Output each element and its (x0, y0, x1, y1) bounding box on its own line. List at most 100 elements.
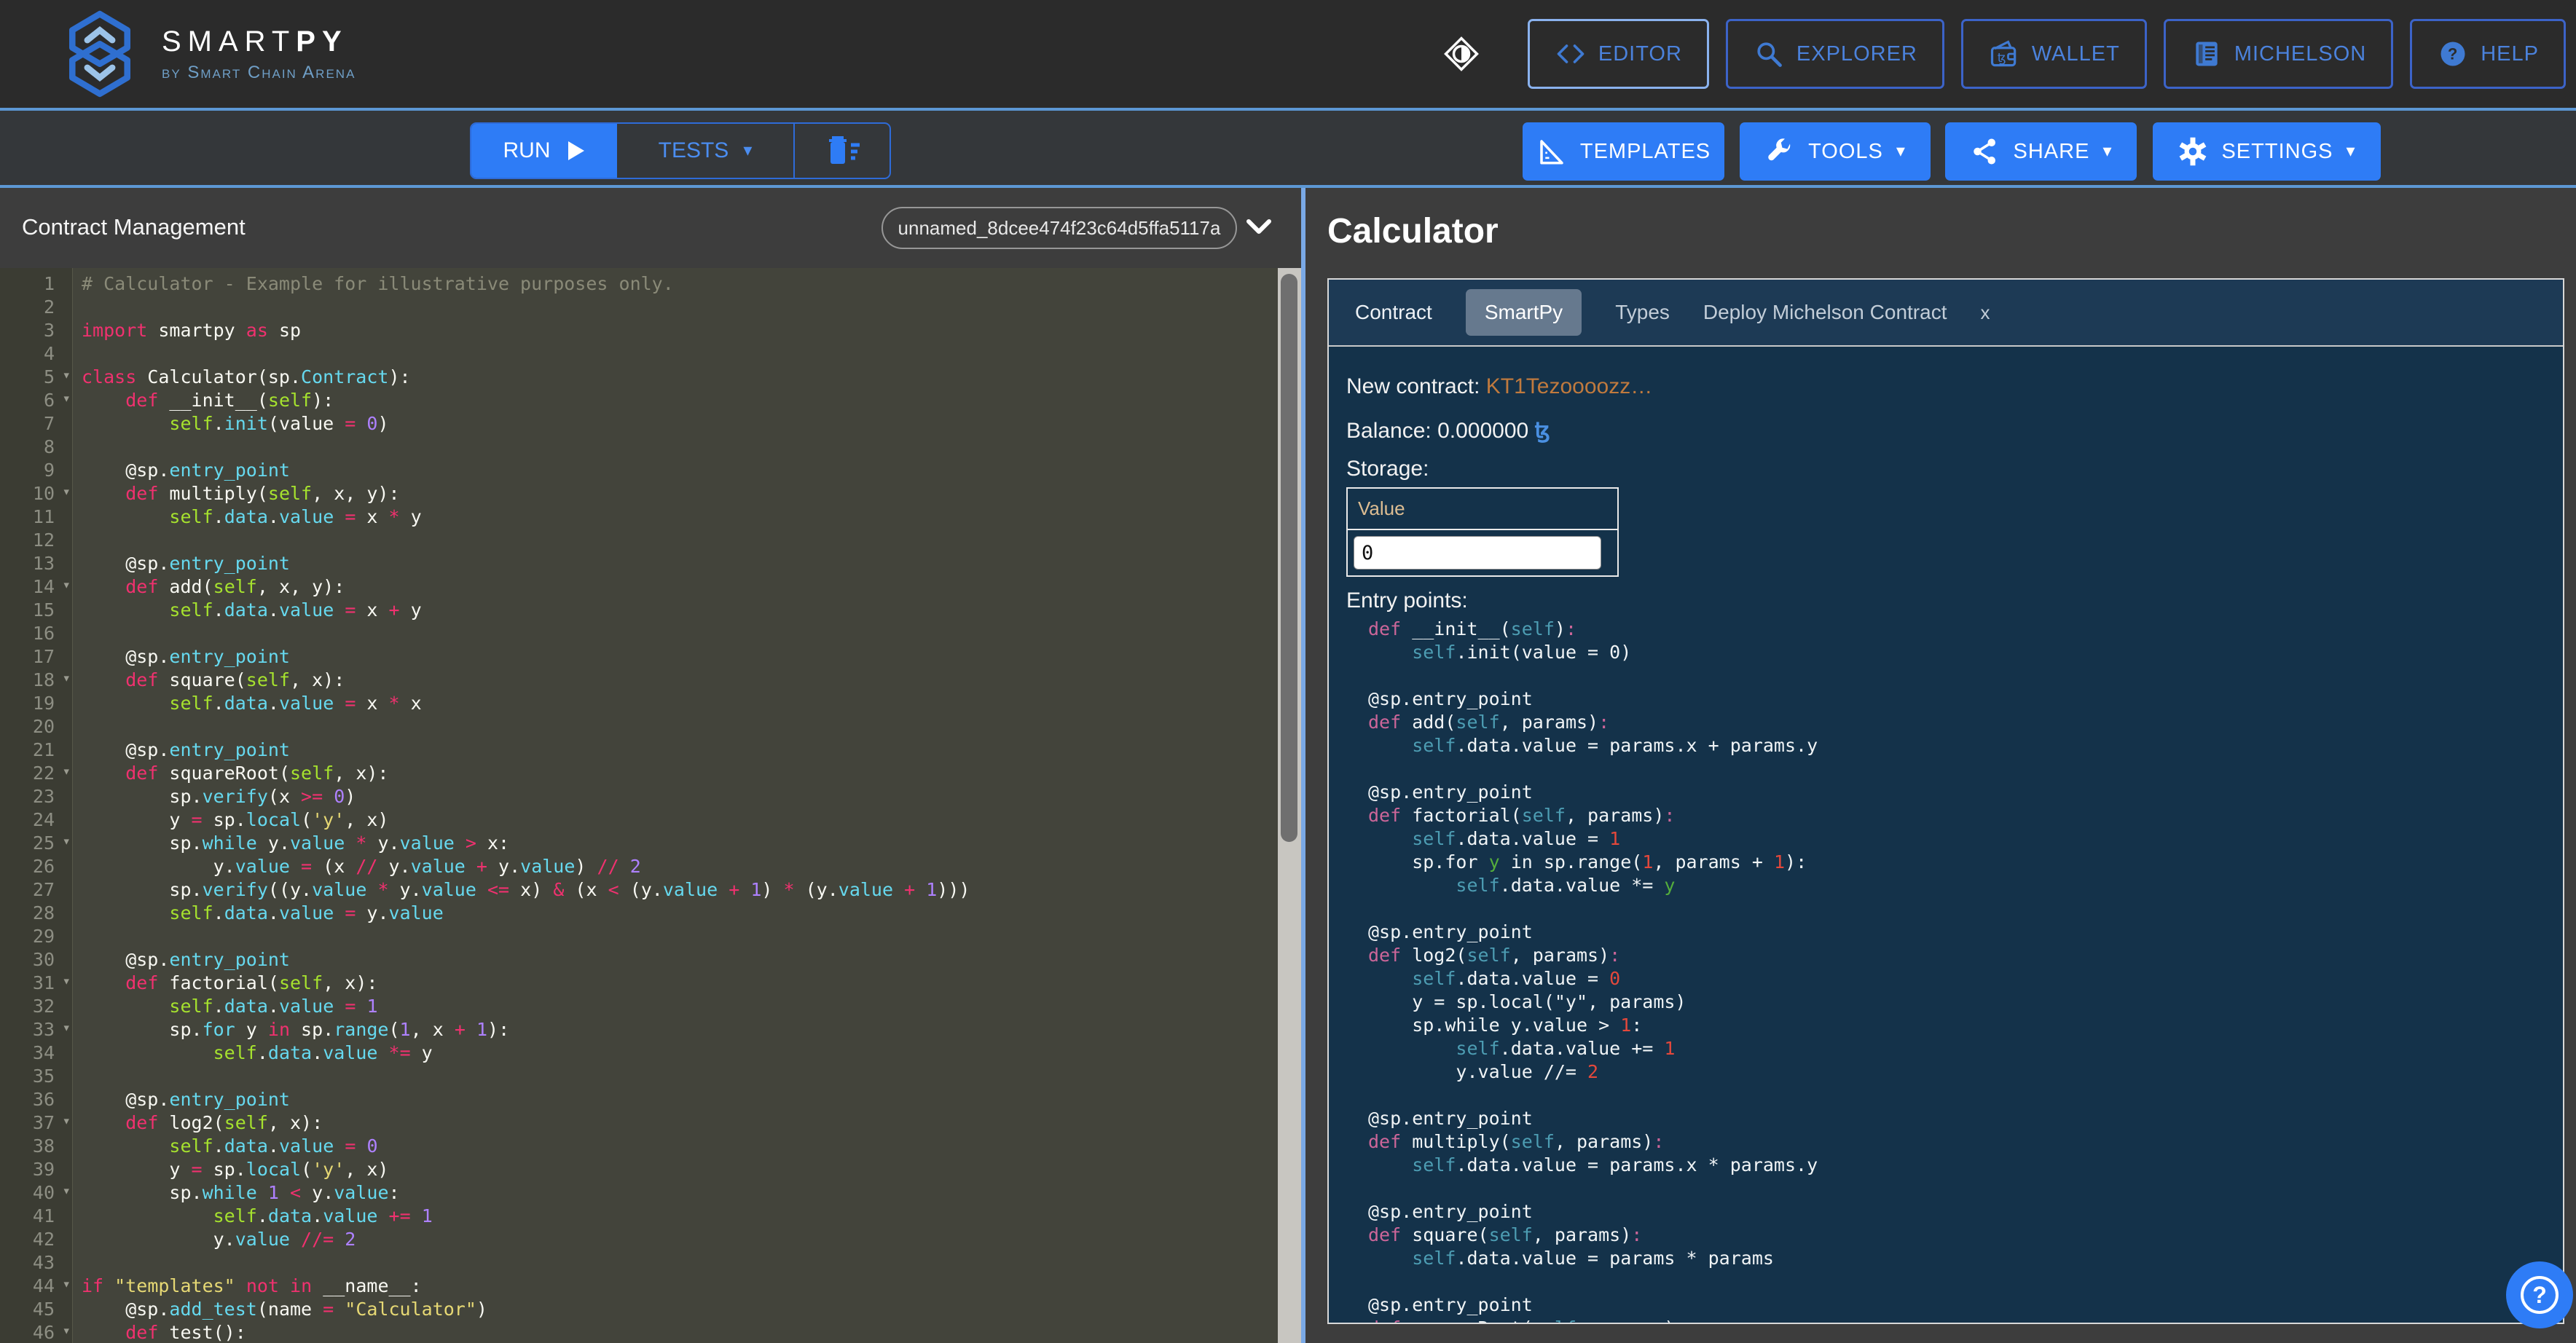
gutter-line: 24 (0, 808, 72, 832)
theme-toggle-icon[interactable] (1441, 34, 1482, 74)
share-button[interactable]: SHARE ▾ (1945, 122, 2137, 181)
gutter-line: 23 (0, 785, 72, 808)
balance-line: Balance: 0.000000 ꜩ (1346, 418, 2545, 444)
chevron-down-icon: ▾ (1896, 143, 1906, 160)
gutter-line: 19 (0, 692, 72, 715)
gutter-line: 39 (0, 1158, 72, 1181)
nav-label: EXPLORER (1796, 42, 1917, 66)
share-label: SHARE (2014, 140, 2090, 164)
editor-scrollbar[interactable] (1278, 268, 1301, 1343)
play-icon (567, 140, 586, 162)
gutter-line: 33▾ (0, 1018, 72, 1041)
nav-explorer-button[interactable]: EXPLORER (1726, 19, 1944, 89)
clear-tests-button[interactable] (793, 124, 890, 178)
gutter-line: 14▾ (0, 575, 72, 599)
tests-dropdown[interactable]: TESTS ▾ (617, 124, 793, 178)
contract-address[interactable]: KT1Tezoooozz… (1486, 374, 1652, 398)
fold-icon[interactable]: ▾ (63, 1323, 71, 1339)
svg-text:?: ? (2448, 44, 2458, 63)
gutter-line: 16 (0, 622, 72, 645)
fold-icon[interactable]: ▾ (63, 763, 71, 779)
gutter-line: 36 (0, 1088, 72, 1111)
gutter-line: 8 (0, 436, 72, 459)
share-icon (1970, 136, 2000, 167)
gutter-line: 44▾ (0, 1275, 72, 1298)
fold-icon[interactable]: ▾ (63, 973, 71, 989)
editor-scrollbar-thumb[interactable] (1281, 274, 1297, 842)
gutter-line: 45 (0, 1298, 72, 1321)
gutter-line: 6▾ (0, 389, 72, 412)
tools-button[interactable]: TOOLS ▾ (1740, 122, 1931, 181)
gutter-line: 18▾ (0, 669, 72, 692)
fold-icon[interactable]: ▾ (63, 1020, 71, 1036)
fold-icon[interactable]: ▾ (63, 1113, 71, 1129)
output-tabs: Contract SmartPy Types Deploy Michelson … (1329, 280, 2563, 347)
storage-column-header: Value (1348, 489, 1617, 530)
gutter-line: 2 (0, 296, 72, 319)
gutter-line: 10▾ (0, 482, 72, 505)
close-tab-icon[interactable]: x (1980, 302, 1990, 324)
fold-icon[interactable]: ▾ (63, 1183, 71, 1199)
help-circle-icon: ? (2521, 1276, 2559, 1314)
tests-label: TESTS (659, 138, 729, 163)
chevron-down-icon[interactable] (1244, 217, 1273, 237)
nav-michelson-button[interactable]: MICHELSON (2164, 19, 2393, 89)
gutter-line: 38 (0, 1135, 72, 1158)
contract-management-title: Contract Management (22, 214, 246, 240)
topbar: SMARTPY by Smart Chain Arena EDITOR (0, 0, 2576, 108)
wallet-icon: ꜩ (1988, 38, 2020, 70)
balance-label: Balance: (1346, 419, 1432, 443)
brand-subtitle: by Smart Chain Arena (162, 63, 356, 83)
editor-code-area[interactable]: # Calculator - Example for illustrative … (82, 272, 1276, 1343)
fold-icon[interactable]: ▾ (63, 833, 71, 849)
contract-management-header: Contract Management unnamed_8dcee474f23c… (0, 188, 1301, 268)
settings-button[interactable]: SETTINGS ▾ (2153, 122, 2381, 181)
gutter-line: 21 (0, 739, 72, 762)
smartpy-logo-icon (57, 10, 143, 98)
tab-types[interactable]: Types (1615, 301, 1670, 324)
gutter-line: 27 (0, 878, 72, 902)
wrench-icon (1764, 136, 1795, 167)
trash-icon (823, 133, 861, 168)
templates-label: TEMPLATES (1580, 140, 1711, 164)
gutter-line: 35 (0, 1065, 72, 1088)
topbar-nav: EDITOR EXPLORER ꜩ WALLET (1441, 19, 2566, 89)
gutter-line: 42 (0, 1228, 72, 1251)
fold-icon[interactable]: ▾ (63, 367, 71, 383)
help-fab-button[interactable]: ? (2506, 1261, 2573, 1328)
svg-text:ꜩ: ꜩ (1998, 51, 2007, 65)
fold-icon[interactable]: ▾ (63, 577, 71, 593)
fold-icon[interactable]: ▾ (63, 390, 71, 406)
panel-splitter[interactable] (1301, 188, 1305, 1343)
tab-deploy-michelson-contract[interactable]: Deploy Michelson Contract (1703, 301, 1947, 324)
gutter-line: 28 (0, 902, 72, 925)
chevron-down-icon: ▾ (2102, 143, 2112, 160)
chevron-down-icon: ▾ (743, 142, 752, 159)
gutter-line: 29 (0, 925, 72, 948)
nav-editor-button[interactable]: EDITOR (1528, 19, 1709, 89)
gutter-line: 43 (0, 1251, 72, 1275)
gutter-line: 31▾ (0, 972, 72, 995)
contract-selector[interactable]: unnamed_8dcee474f23c64d5ffa5117a (881, 207, 1237, 249)
balance-value: 0.000000 (1437, 419, 1528, 443)
gutter-line: 30 (0, 948, 72, 972)
fold-icon[interactable]: ▾ (63, 1276, 71, 1292)
gutter-line: 46▾ (0, 1321, 72, 1343)
nav-label: WALLET (2032, 42, 2120, 66)
contract-title: Calculator (1327, 211, 1499, 251)
new-contract-line: New contract: KT1Tezoooozz… (1346, 374, 2545, 399)
nav-help-button[interactable]: ? HELP (2410, 19, 2566, 89)
ledger-icon (2191, 38, 2223, 70)
nav-wallet-button[interactable]: ꜩ WALLET (1961, 19, 2147, 89)
run-button[interactable]: RUN (471, 124, 617, 178)
storage-row (1348, 530, 1617, 575)
gutter-line: 25▾ (0, 832, 72, 855)
nav-label: MICHELSON (2234, 42, 2366, 66)
fold-icon[interactable]: ▾ (63, 484, 71, 500)
tab-smartpy[interactable]: SmartPy (1466, 289, 1582, 336)
fold-icon[interactable]: ▾ (63, 670, 71, 686)
tab-contract[interactable]: Contract (1355, 301, 1432, 324)
storage-value-input[interactable] (1354, 536, 1601, 570)
code-icon (1555, 38, 1587, 70)
templates-button[interactable]: TEMPLATES (1523, 122, 1724, 181)
